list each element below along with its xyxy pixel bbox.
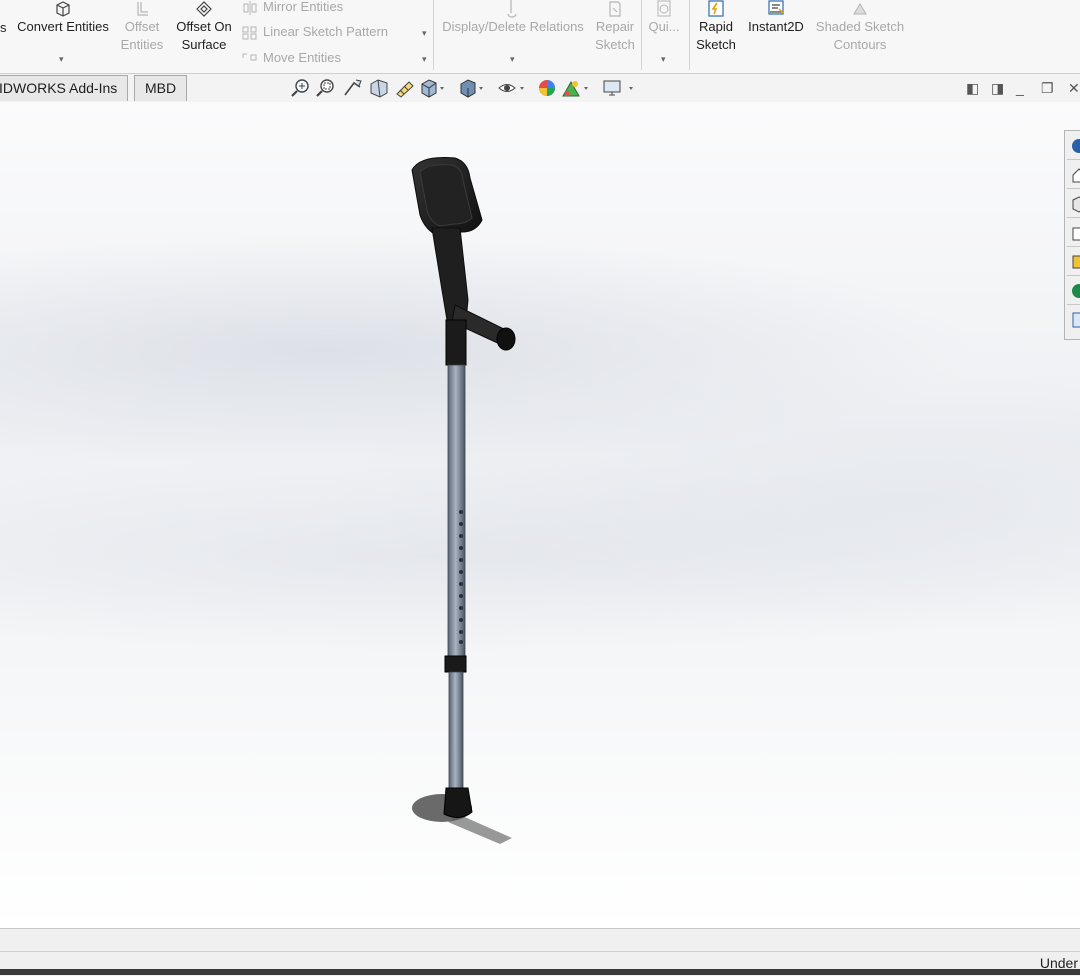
taskbar-edge bbox=[0, 969, 1080, 975]
task-pane-tabs bbox=[1064, 130, 1080, 340]
mirror-entities-icon bbox=[243, 0, 257, 15]
section-view-icon[interactable] bbox=[368, 78, 390, 98]
graphics-area[interactable] bbox=[0, 102, 1080, 928]
move-entities-button[interactable]: Move Entities bbox=[242, 49, 341, 67]
command-manager-ribbon: s Convert Entities ▾ Offset Entities Off… bbox=[0, 0, 1080, 74]
linear-sketch-pattern-button[interactable]: Linear Sketch Pattern bbox=[242, 23, 388, 41]
move-entities-icon bbox=[242, 53, 257, 61]
offset-on-surface-icon bbox=[196, 1, 212, 17]
convert-entities-dropdown[interactable]: ▾ bbox=[59, 54, 64, 65]
ribbon-separator bbox=[433, 0, 434, 70]
relations-dropdown[interactable]: ▾ bbox=[510, 54, 515, 65]
view-palette-icon[interactable] bbox=[1067, 249, 1080, 276]
minimize-icon[interactable]: _ bbox=[1016, 80, 1024, 96]
convert-entities-button[interactable]: Convert Entities bbox=[14, 0, 112, 36]
zoom-to-fit-icon[interactable] bbox=[290, 78, 312, 98]
display-style-icon[interactable] bbox=[458, 78, 484, 98]
custom-properties-icon[interactable] bbox=[1067, 307, 1080, 333]
rapid-sketch-icon bbox=[708, 0, 724, 17]
quick-snaps-button[interactable]: Qui... bbox=[645, 0, 683, 36]
ribbon-partial-label: s bbox=[0, 20, 7, 35]
crutch-model bbox=[411, 157, 516, 844]
linear-pattern-dropdown[interactable]: ▾ bbox=[422, 28, 427, 39]
previous-view-icon[interactable] bbox=[342, 78, 364, 98]
repair-sketch-button[interactable]: Repair Sketch bbox=[592, 0, 638, 54]
rapid-sketch-button[interactable]: Rapid Sketch bbox=[692, 0, 740, 54]
move-entities-dropdown[interactable]: ▾ bbox=[422, 54, 427, 65]
view-orientation-icon[interactable] bbox=[419, 78, 445, 98]
tab-solidworks-addins[interactable]: IDWORKS Add-Ins bbox=[0, 75, 129, 101]
dynamic-annotation-icon[interactable] bbox=[394, 78, 416, 98]
relations-icon bbox=[507, 0, 517, 18]
tab-mbd[interactable]: MBD bbox=[134, 75, 188, 101]
solidworks-resources-icon[interactable] bbox=[1067, 133, 1080, 160]
shaded-contours-icon bbox=[853, 3, 867, 15]
quick-snaps-icon bbox=[657, 0, 671, 17]
ribbon-separator bbox=[689, 0, 690, 70]
edit-appearance-icon[interactable] bbox=[536, 78, 558, 98]
apply-scene-icon[interactable] bbox=[561, 78, 589, 98]
convert-entities-icon bbox=[56, 1, 70, 17]
hide-show-items-icon[interactable] bbox=[497, 78, 525, 98]
offset-entities-icon bbox=[137, 2, 148, 16]
design-library-icon[interactable] bbox=[1067, 191, 1080, 218]
view-settings-icon[interactable] bbox=[602, 78, 636, 98]
quick-snaps-dropdown[interactable]: ▾ bbox=[661, 54, 666, 65]
shaded-sketch-contours-button[interactable]: Shaded Sketch Contours bbox=[812, 0, 908, 54]
instant2d-icon bbox=[768, 0, 784, 15]
instant2d-button[interactable]: Instant2D bbox=[744, 0, 808, 36]
file-explorer-icon[interactable] bbox=[1067, 220, 1080, 247]
linear-pattern-icon bbox=[242, 26, 257, 40]
appearances-icon[interactable] bbox=[1067, 278, 1080, 305]
home-icon[interactable] bbox=[1067, 162, 1080, 189]
ribbon-separator bbox=[641, 0, 642, 70]
close-icon[interactable]: ✕ bbox=[1068, 80, 1080, 97]
tile-left-icon[interactable]: ◧ bbox=[966, 80, 979, 97]
status-divider bbox=[0, 951, 1080, 952]
repair-sketch-icon bbox=[609, 1, 621, 17]
zoom-area-icon[interactable] bbox=[315, 78, 337, 98]
offset-entities-button[interactable]: Offset Entities bbox=[118, 0, 166, 54]
restore-icon[interactable]: ❐ bbox=[1041, 80, 1054, 97]
display-delete-relations-button[interactable]: Display/Delete Relations bbox=[438, 0, 588, 36]
tile-right-icon[interactable]: ◨ bbox=[991, 80, 1004, 97]
mirror-entities-button[interactable]: Mirror Entities bbox=[242, 0, 343, 16]
offset-on-surface-button[interactable]: Offset On Surface bbox=[172, 0, 236, 54]
